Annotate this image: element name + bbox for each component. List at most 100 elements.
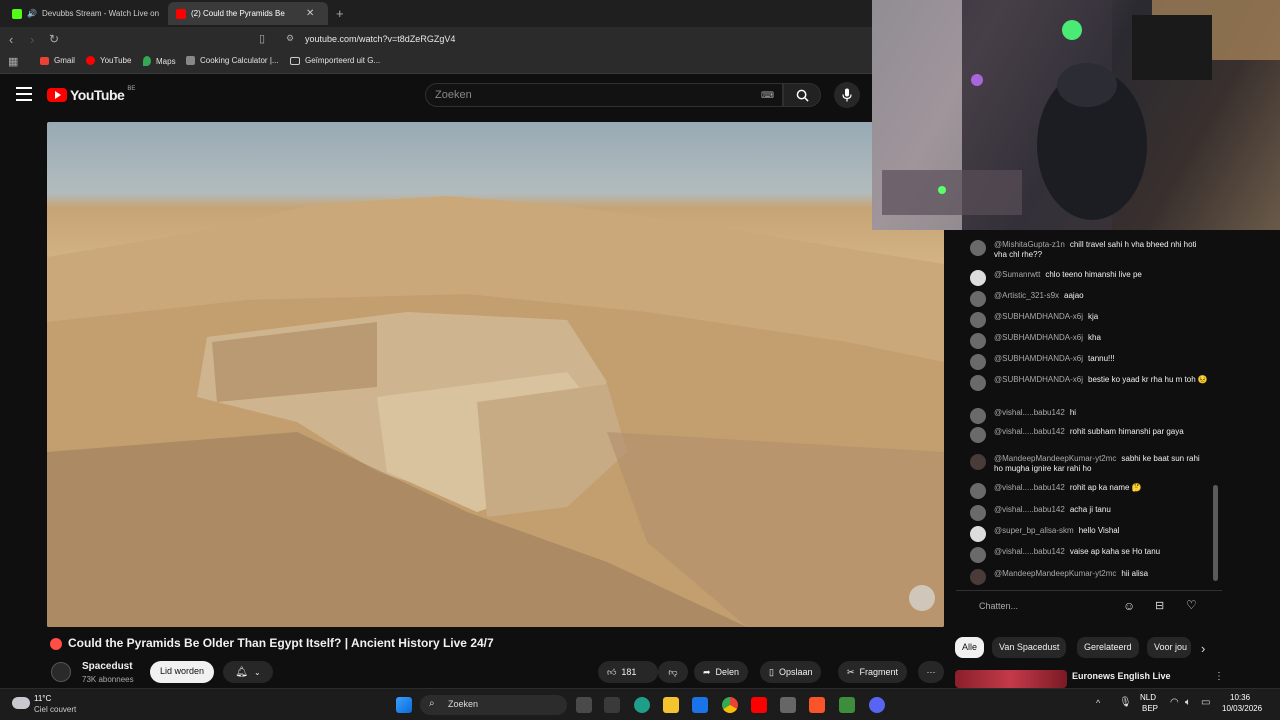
clock-time[interactable]: 10:36 (1230, 693, 1250, 702)
forward-icon[interactable]: › (30, 32, 34, 47)
recommended-thumbnail[interactable] (955, 670, 1067, 688)
chat-scrollbar[interactable] (1213, 485, 1218, 581)
more-vert-icon[interactable]: ⋮ (1214, 671, 1224, 682)
search-icon (796, 89, 809, 102)
chat-author[interactable]: @vishal.....babu142 (994, 505, 1065, 514)
chat-author[interactable]: @vishal.....babu142 (994, 483, 1065, 492)
logo-text: YouTube (70, 87, 125, 103)
chat-author[interactable]: @vishal.....babu142 (994, 408, 1065, 417)
apps-grid-icon[interactable]: ▦ (8, 55, 18, 68)
more-actions-button[interactable]: ··· (918, 661, 944, 683)
chat-message: @SUBHAMDHANDA-x6j kja (970, 312, 1210, 328)
youtube-app-icon[interactable] (751, 697, 767, 713)
taskbar-search[interactable]: ⌕ Zoeken (420, 695, 567, 715)
close-tab-icon[interactable]: ✕ (306, 8, 314, 19)
chat-author[interactable]: @Artistic_321-s9x (994, 291, 1059, 300)
chat-author[interactable]: @SUBHAMDHANDA-x6j (994, 312, 1083, 321)
share-button[interactable]: ➦ Delen (694, 661, 749, 683)
channel-avatar[interactable] (51, 662, 71, 682)
chat-text: rohit ap ka name 🤔 (1069, 483, 1142, 492)
chevron-right-icon[interactable]: › (1201, 641, 1205, 656)
outlook-icon[interactable] (692, 697, 708, 713)
edge-icon[interactable] (634, 697, 650, 713)
store-icon[interactable] (604, 697, 620, 713)
back-icon[interactable]: ‹ (9, 32, 13, 47)
keyboard-icon[interactable]: ⌨ (761, 90, 774, 101)
chat-author[interactable]: @vishal.....babu142 (994, 547, 1065, 556)
reload-icon[interactable]: ↻ (49, 32, 59, 46)
volume-icon[interactable]: 🔈︎ (1185, 697, 1191, 708)
dislike-button[interactable]: 👎︎ (658, 661, 688, 683)
browser-tab-youtube[interactable]: (2) Could the Pyramids Be ✕ (168, 2, 328, 25)
windows-start-icon[interactable] (396, 697, 412, 713)
chat-author[interactable]: @SUBHAMDHANDA-x6j (994, 333, 1083, 342)
save-button[interactable]: ▯ Opslaan (760, 661, 822, 683)
chat-text: aajao (1064, 291, 1084, 300)
chat-author[interactable]: @MandeepMandeepKumar-yt2mc (994, 569, 1116, 578)
chevron-up-icon[interactable]: ^ (1096, 698, 1100, 708)
chat-author[interactable]: @SUBHAMDHANDA-x6j (994, 375, 1083, 384)
site-info-icon[interactable]: ⚙ (286, 33, 294, 44)
search-button[interactable] (783, 83, 821, 107)
calculator-icon[interactable] (780, 697, 796, 713)
chip-related[interactable]: Gerelateerd (1077, 637, 1139, 658)
bookmark-folder[interactable]: Geïmporteerd uit G... (290, 56, 380, 65)
chat-message: @vishal.....babu142 vaise ap kaha se Ho t… (970, 547, 1210, 563)
taskbar-search-label: Zoeken (448, 699, 479, 709)
chip-all[interactable]: Alle (955, 637, 985, 658)
heart-icon[interactable]: ♡ (1186, 598, 1197, 612)
bookmark-icon[interactable]: ▯ (259, 32, 265, 45)
weather-temp[interactable]: 11°C (34, 694, 51, 703)
voice-search-button[interactable] (834, 82, 860, 108)
file-explorer-icon[interactable] (663, 697, 679, 713)
chat-text: kha (1088, 333, 1101, 342)
bookmark-maps[interactable]: Maps (143, 56, 176, 66)
emoji-icon[interactable]: ☺ (1123, 599, 1135, 613)
bookmark-youtube[interactable]: YouTube (86, 56, 131, 65)
chat-author[interactable]: @super_bp_alisa-skm (994, 526, 1074, 535)
speaker-icon: 🔊 (27, 9, 37, 18)
chip-for-you[interactable]: Voor jou (1147, 637, 1191, 658)
app-icon[interactable] (839, 697, 855, 713)
keyboard-language[interactable]: NLD (1140, 693, 1156, 702)
discord-icon[interactable] (869, 697, 885, 713)
chat-author[interactable]: @SUBHAMDHANDA-x6j (994, 354, 1083, 363)
folder-icon (290, 56, 300, 65)
bookmark-cooking[interactable]: Cooking Calculator |... (186, 56, 279, 65)
youtube-icon (86, 56, 95, 65)
bookmark-gmail[interactable]: Gmail (40, 56, 75, 65)
youtube-logo[interactable]: YouTube BE (47, 86, 135, 103)
live-chat: @MishitaGupta-z1n chill travel sahi h vha… (956, 230, 1222, 588)
recommended-title[interactable]: Euronews English Live (1072, 671, 1171, 681)
chrome-icon[interactable] (722, 697, 738, 713)
channel-name[interactable]: Spacedust (82, 661, 133, 672)
clock-date: 10/03/2026 (1222, 704, 1263, 713)
chat-message: @SUBHAMDHANDA-x6j kha (970, 333, 1210, 349)
chat-input[interactable]: Chatten... (979, 601, 1018, 611)
search-input[interactable]: Zoeken (425, 83, 783, 107)
menu-icon[interactable] (16, 87, 32, 101)
task-view-icon[interactable] (576, 697, 592, 713)
super-chat-icon[interactable]: ⊟ (1155, 599, 1164, 612)
url-field[interactable]: youtube.com/watch?v=t8dZeRGZgV4 (305, 34, 455, 44)
join-button[interactable]: Lid worden (150, 661, 215, 683)
browser-tab-devubbs[interactable]: 🔊 Devubbs Stream - Watch Live on (4, 2, 162, 25)
chip-from-channel[interactable]: Van Spacedust (992, 637, 1067, 658)
chat-author[interactable]: @Sumanrwtt (994, 270, 1040, 279)
notification-button[interactable]: 🔔︎ ⌄ (223, 661, 273, 683)
video-player[interactable] (47, 122, 944, 627)
chat-message: @SUBHAMDHANDA-x6j bestie ko yaad kr rha h… (970, 375, 1210, 391)
chat-author[interactable]: @MandeepMandeepKumar-yt2mc (994, 454, 1116, 463)
new-tab-icon[interactable]: + (336, 6, 344, 21)
brave-icon[interactable] (809, 697, 825, 713)
chat-message: @MandeepMandeepKumar-yt2mc hii alisa (970, 569, 1210, 585)
microphone-icon[interactable]: 🎙︎ (1119, 697, 1132, 708)
clip-button[interactable]: ✂ Fragment (838, 661, 908, 683)
battery-icon[interactable]: ▭ (1201, 697, 1210, 708)
chat-author[interactable]: @vishal.....babu142 (994, 427, 1065, 436)
chat-author[interactable]: @MishitaGupta-z1n (994, 240, 1065, 249)
like-button[interactable]: 👍︎ 181 (598, 661, 658, 683)
wifi-icon[interactable]: ◠ (1170, 697, 1179, 708)
avatar (970, 505, 986, 521)
chat-message: @MandeepMandeepKumar-yt2mc sabhi ke baat … (970, 454, 1210, 474)
